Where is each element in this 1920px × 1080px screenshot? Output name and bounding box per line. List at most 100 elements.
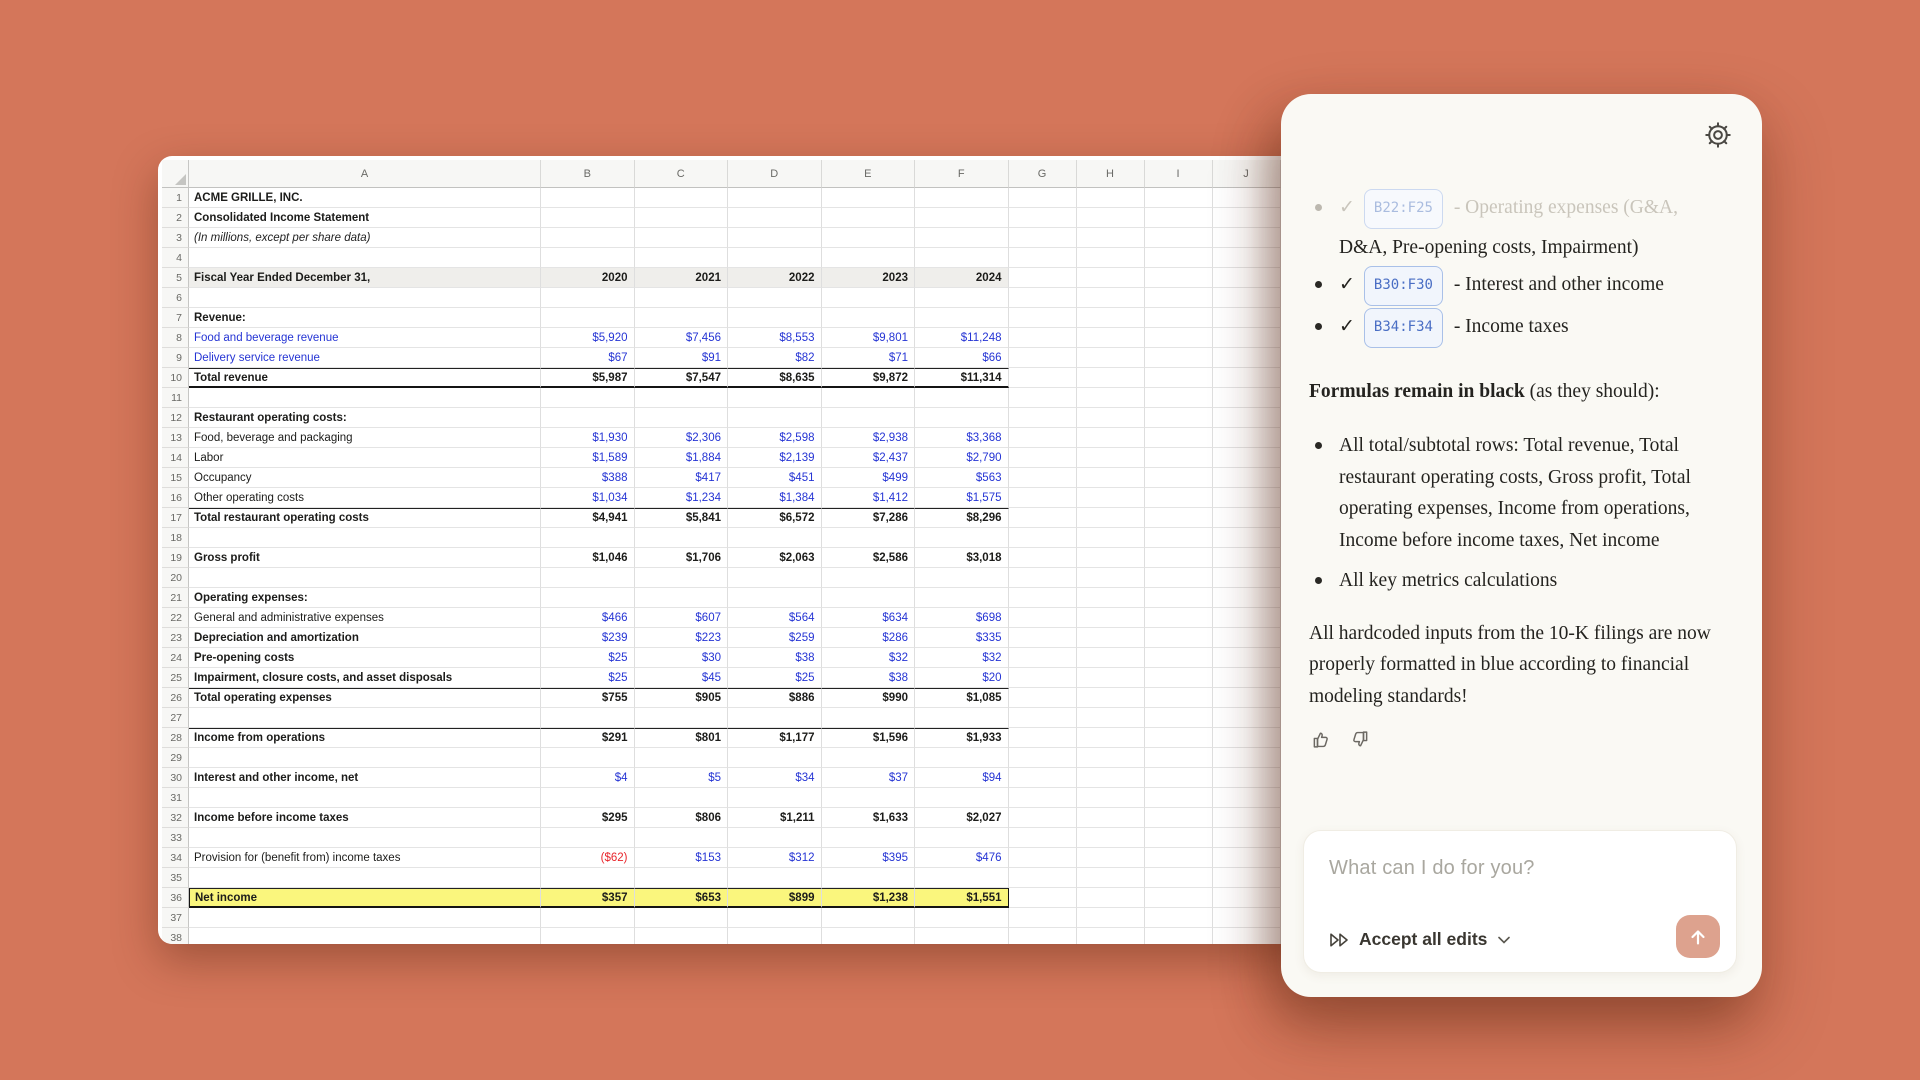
cell-F27[interactable]: [915, 708, 1009, 728]
cell-G5[interactable]: [1009, 268, 1077, 288]
cell-E24[interactable]: $32: [822, 648, 916, 668]
cell-A24[interactable]: Pre-opening costs: [189, 648, 541, 668]
cell-A16[interactable]: Other operating costs: [189, 488, 541, 508]
cell-H18[interactable]: [1077, 528, 1145, 548]
cell-H29[interactable]: [1077, 748, 1145, 768]
cell-I9[interactable]: [1145, 348, 1213, 368]
cell-H19[interactable]: [1077, 548, 1145, 568]
cell-I20[interactable]: [1145, 568, 1213, 588]
cell-F34[interactable]: $476: [915, 848, 1009, 868]
cell-H2[interactable]: [1077, 208, 1145, 228]
cell-E15[interactable]: $499: [822, 468, 916, 488]
cell-J6[interactable]: [1213, 288, 1281, 308]
cell-I34[interactable]: [1145, 848, 1213, 868]
cell-D37[interactable]: [728, 908, 822, 928]
cell-H36[interactable]: [1077, 888, 1145, 908]
cell-A32[interactable]: Income before income taxes: [189, 808, 541, 828]
cell-A30[interactable]: Interest and other income, net: [189, 768, 541, 788]
row-header-17[interactable]: 17: [162, 508, 189, 528]
thumbs-up-button[interactable]: [1309, 729, 1333, 753]
cell-B5[interactable]: 2020: [541, 268, 635, 288]
cell-B18[interactable]: [541, 528, 635, 548]
cell-G37[interactable]: [1009, 908, 1077, 928]
cell-A17[interactable]: Total restaurant operating costs: [189, 508, 541, 528]
cell-E32[interactable]: $1,633: [822, 808, 916, 828]
cell-D24[interactable]: $38: [728, 648, 822, 668]
cell-J34[interactable]: [1213, 848, 1281, 868]
cell-J35[interactable]: [1213, 868, 1281, 888]
column-header-E[interactable]: E: [822, 160, 916, 188]
cell-B21[interactable]: [541, 588, 635, 608]
cell-C14[interactable]: $1,884: [635, 448, 729, 468]
cell-C20[interactable]: [635, 568, 729, 588]
cell-I13[interactable]: [1145, 428, 1213, 448]
cell-J21[interactable]: [1213, 588, 1281, 608]
cell-C29[interactable]: [635, 748, 729, 768]
cell-I29[interactable]: [1145, 748, 1213, 768]
cell-H31[interactable]: [1077, 788, 1145, 808]
cell-I10[interactable]: [1145, 368, 1213, 388]
cell-C6[interactable]: [635, 288, 729, 308]
cell-H34[interactable]: [1077, 848, 1145, 868]
cell-E6[interactable]: [822, 288, 916, 308]
cell-E20[interactable]: [822, 568, 916, 588]
cell-D4[interactable]: [728, 248, 822, 268]
row-header-9[interactable]: 9: [162, 348, 189, 368]
cell-J3[interactable]: [1213, 228, 1281, 248]
cell-B22[interactable]: $466: [541, 608, 635, 628]
cell-A6[interactable]: [189, 288, 541, 308]
cell-H5[interactable]: [1077, 268, 1145, 288]
cell-J25[interactable]: [1213, 668, 1281, 688]
cell-C15[interactable]: $417: [635, 468, 729, 488]
cell-C13[interactable]: $2,306: [635, 428, 729, 448]
column-header-C[interactable]: C: [635, 160, 729, 188]
cell-I38[interactable]: [1145, 928, 1213, 944]
cell-A13[interactable]: Food, beverage and packaging: [189, 428, 541, 448]
cell-F12[interactable]: [915, 408, 1009, 428]
cell-B16[interactable]: $1,034: [541, 488, 635, 508]
cell-J14[interactable]: [1213, 448, 1281, 468]
cell-C23[interactable]: $223: [635, 628, 729, 648]
column-header-D[interactable]: D: [728, 160, 822, 188]
cell-D28[interactable]: $1,177: [728, 728, 822, 748]
cell-G9[interactable]: [1009, 348, 1077, 368]
cell-J1[interactable]: [1213, 188, 1281, 208]
cell-G8[interactable]: [1009, 328, 1077, 348]
cell-A12[interactable]: Restaurant operating costs:: [189, 408, 541, 428]
cell-A19[interactable]: Gross profit: [189, 548, 541, 568]
cell-E37[interactable]: [822, 908, 916, 928]
cell-H8[interactable]: [1077, 328, 1145, 348]
cell-J27[interactable]: [1213, 708, 1281, 728]
cell-A38[interactable]: [189, 928, 541, 944]
cell-C12[interactable]: [635, 408, 729, 428]
cell-H11[interactable]: [1077, 388, 1145, 408]
cell-E17[interactable]: $7,286: [822, 508, 916, 528]
cell-E7[interactable]: [822, 308, 916, 328]
cell-H32[interactable]: [1077, 808, 1145, 828]
cell-G15[interactable]: [1009, 468, 1077, 488]
cell-I36[interactable]: [1145, 888, 1213, 908]
cell-F8[interactable]: $11,248: [915, 328, 1009, 348]
cell-F7[interactable]: [915, 308, 1009, 328]
cell-I37[interactable]: [1145, 908, 1213, 928]
cell-F9[interactable]: $66: [915, 348, 1009, 368]
cell-F2[interactable]: [915, 208, 1009, 228]
cell-A3[interactable]: (In millions, except per share data): [189, 228, 541, 248]
row-header-34[interactable]: 34: [162, 848, 189, 868]
cell-I12[interactable]: [1145, 408, 1213, 428]
cell-A33[interactable]: [189, 828, 541, 848]
cell-D16[interactable]: $1,384: [728, 488, 822, 508]
row-header-15[interactable]: 15: [162, 468, 189, 488]
cell-I1[interactable]: [1145, 188, 1213, 208]
cell-E26[interactable]: $990: [822, 688, 916, 708]
cell-B12[interactable]: [541, 408, 635, 428]
cell-B15[interactable]: $388: [541, 468, 635, 488]
cell-C24[interactable]: $30: [635, 648, 729, 668]
cell-D2[interactable]: [728, 208, 822, 228]
cell-I33[interactable]: [1145, 828, 1213, 848]
cell-F16[interactable]: $1,575: [915, 488, 1009, 508]
cell-D3[interactable]: [728, 228, 822, 248]
cell-I35[interactable]: [1145, 868, 1213, 888]
row-header-27[interactable]: 27: [162, 708, 189, 728]
cell-D36[interactable]: $899: [728, 888, 822, 908]
